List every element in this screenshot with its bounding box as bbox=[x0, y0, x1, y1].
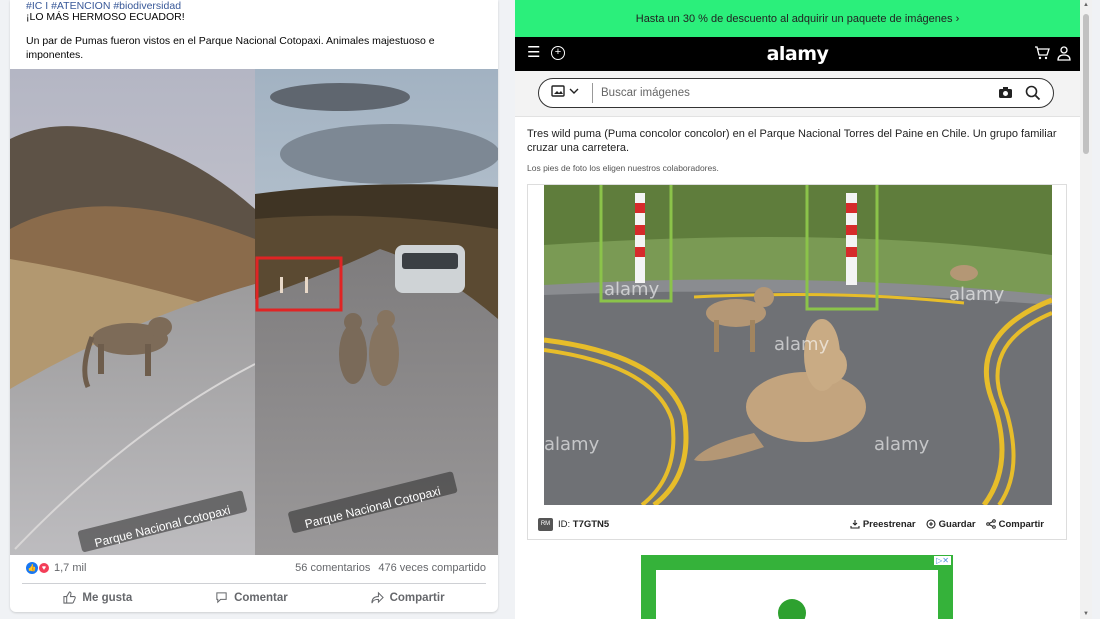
like-button[interactable]: Me gusta bbox=[63, 591, 132, 604]
top-nav: ☰ + alamy bbox=[515, 37, 1080, 71]
alamy-page: Hasta un 30 % de descuento al adquirir u… bbox=[515, 0, 1080, 619]
watermark-2: alamy bbox=[774, 334, 830, 355]
preview-button[interactable]: Preestrenar bbox=[850, 519, 916, 530]
search-type-select[interactable] bbox=[551, 85, 579, 97]
reaction-summary[interactable]: 👍 ♥ 1,7 mil bbox=[26, 562, 86, 574]
search-bar bbox=[538, 78, 1054, 108]
user-icon[interactable] bbox=[1056, 45, 1072, 61]
caption-note: Los pies de foto los eligen nuestros col… bbox=[527, 163, 719, 173]
comment-icon bbox=[216, 592, 227, 604]
scroll-down-icon[interactable]: ▼ bbox=[1083, 611, 1089, 617]
reactions-count: 1,7 mil bbox=[54, 562, 87, 574]
search-input[interactable] bbox=[601, 84, 981, 102]
scroll-up-icon[interactable]: ▲ bbox=[1083, 2, 1089, 8]
ad-close-icon[interactable]: ▷✕ bbox=[934, 556, 951, 565]
comment-label: Comentar bbox=[234, 591, 288, 604]
share-arrow-icon bbox=[371, 591, 384, 604]
post-stats: 56 comentarios 476 veces compartido bbox=[295, 562, 486, 574]
search-divider bbox=[592, 83, 593, 103]
search-area bbox=[515, 71, 1080, 117]
thumbs-up-icon bbox=[63, 591, 77, 604]
image-card: alamy alamy alamy alamy alamy RM ID: T7G… bbox=[527, 184, 1067, 540]
license-badge: RM bbox=[538, 517, 553, 531]
image-meta-bar: RM ID: T7GTN5 Preestrenar Guardar Compar… bbox=[528, 508, 1066, 540]
watermark-4: alamy bbox=[544, 434, 600, 455]
share-label: Compartir bbox=[389, 591, 445, 604]
download-icon bbox=[850, 520, 860, 529]
stock-image[interactable]: alamy alamy alamy alamy alamy bbox=[544, 185, 1052, 505]
image-id-label: ID: bbox=[558, 518, 571, 530]
comments-count[interactable]: 56 comentarios bbox=[295, 562, 370, 574]
search-icon[interactable] bbox=[1025, 85, 1041, 101]
preview-label: Preestrenar bbox=[862, 518, 916, 530]
watermark-1: alamy bbox=[604, 279, 660, 300]
screenshot-root: #IC I #ATENCION #biodiversidad ¡LO MÁS H… bbox=[0, 0, 1100, 619]
share-button[interactable]: Compartir bbox=[371, 591, 445, 604]
post-action-bar: Me gusta Comentar Compartir bbox=[22, 583, 486, 611]
like-label: Me gusta bbox=[82, 591, 133, 604]
ad-logo-icon bbox=[778, 599, 806, 619]
watermark-5: alamy bbox=[874, 434, 930, 455]
camera-icon[interactable] bbox=[998, 86, 1013, 99]
post-headline: ¡LO MÁS HERMOSO ECUADOR! bbox=[26, 11, 185, 23]
scroll-thumb[interactable] bbox=[1083, 14, 1089, 154]
post-photo[interactable]: Parque Nacional Cotopaxi Parque Nacional… bbox=[10, 69, 498, 555]
image-type-icon bbox=[551, 85, 565, 97]
image-description: Tres wild puma (Puma concolor concolor) … bbox=[527, 128, 1057, 154]
image-id: ID: T7GTN5 bbox=[558, 519, 609, 530]
shares-count[interactable]: 476 veces compartido bbox=[378, 562, 486, 574]
social-post: #IC I #ATENCION #biodiversidad ¡LO MÁS H… bbox=[10, 0, 498, 612]
add-circle-small-icon bbox=[926, 519, 936, 529]
image-id-value: T7GTN5 bbox=[572, 518, 610, 530]
comment-button[interactable]: Comentar bbox=[215, 591, 288, 604]
chevron-down-icon bbox=[569, 88, 579, 94]
scrollbar[interactable]: ▲ ▼ bbox=[1080, 0, 1092, 619]
image-actions: Preestrenar Guardar Compartir bbox=[850, 519, 1044, 530]
share-image-button[interactable]: Compartir bbox=[985, 518, 1044, 530]
watermark-3: alamy bbox=[949, 284, 1005, 305]
advertisement[interactable]: ▷✕ bbox=[641, 555, 953, 619]
cart-icon[interactable] bbox=[1034, 45, 1050, 61]
share-nodes-icon bbox=[985, 519, 996, 529]
post-caption: Un par de Pumas fueron vistos en el Parq… bbox=[26, 35, 435, 61]
like-reaction-icon: 👍 bbox=[26, 562, 38, 574]
promo-banner[interactable]: Hasta un 30 % de descuento al adquirir u… bbox=[515, 0, 1080, 37]
save-label: Guardar bbox=[938, 518, 976, 530]
share-image-label: Compartir bbox=[998, 518, 1044, 530]
love-reaction-icon: ♥ bbox=[38, 562, 50, 574]
site-logo[interactable]: alamy bbox=[515, 43, 1080, 65]
save-button[interactable]: Guardar bbox=[926, 519, 976, 530]
